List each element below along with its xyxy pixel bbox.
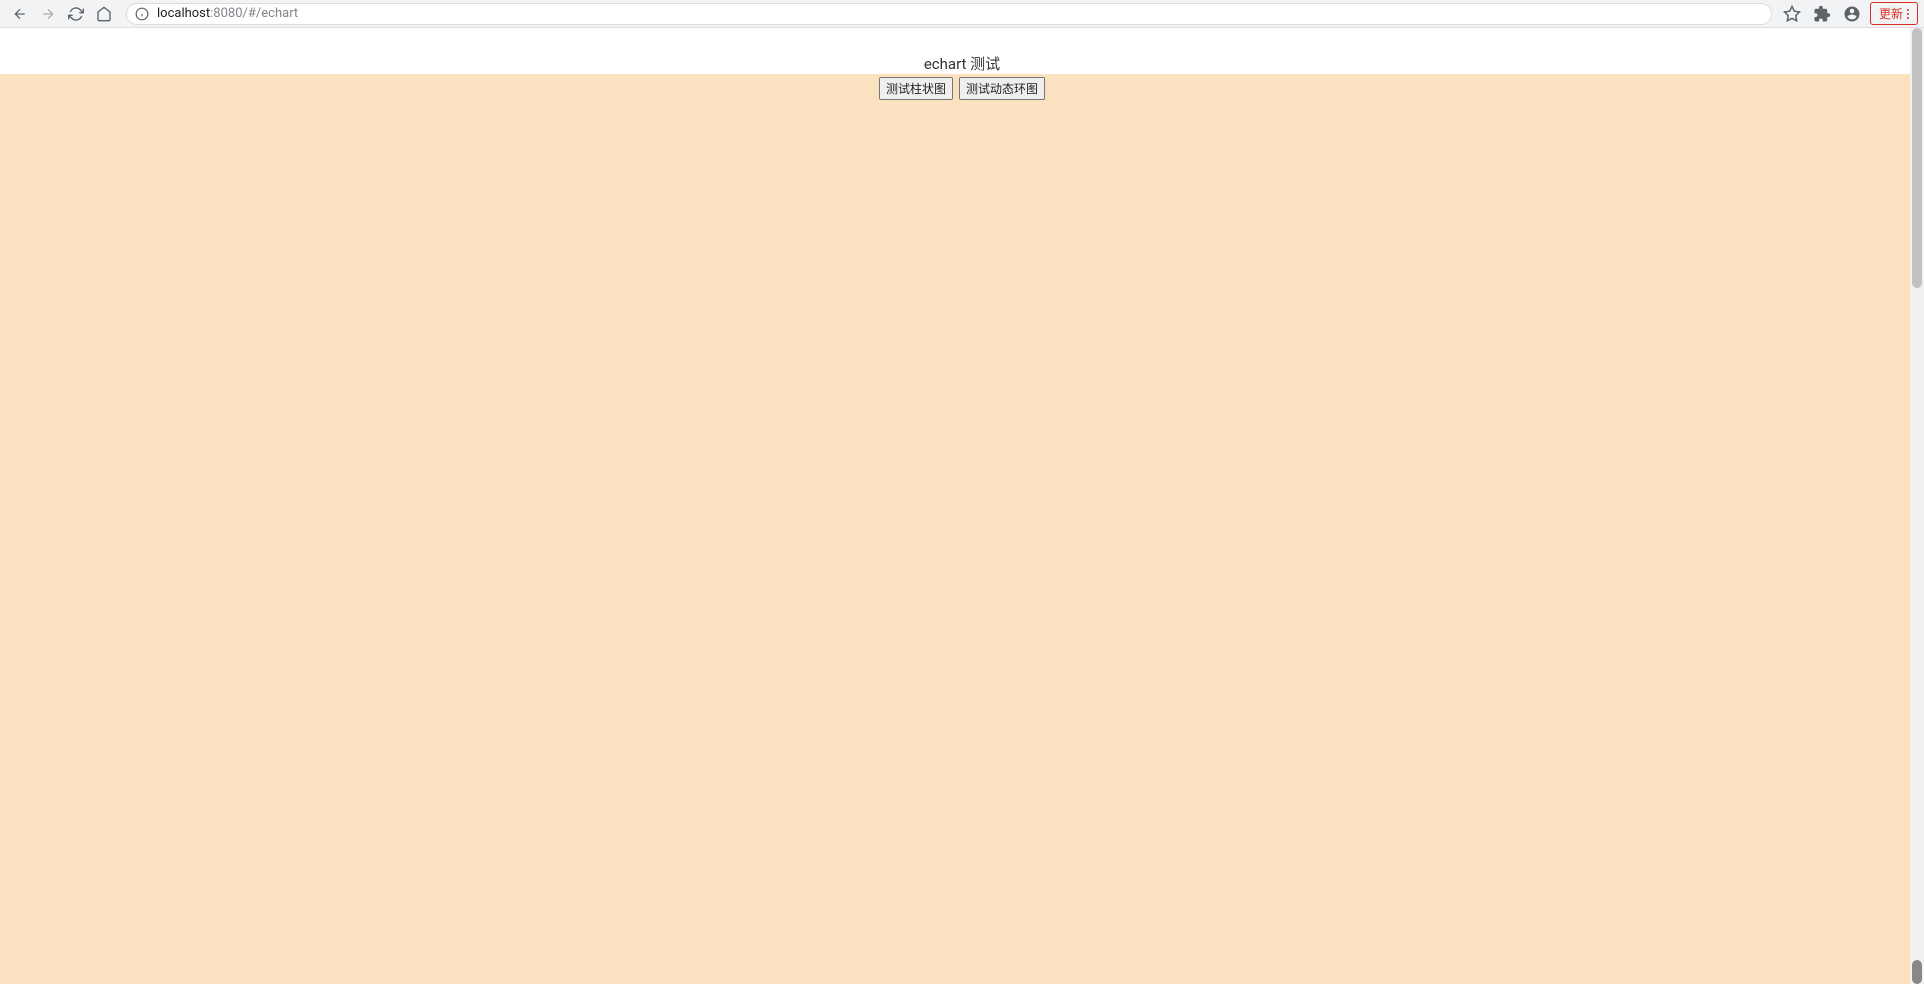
back-button[interactable] bbox=[6, 0, 34, 28]
button-row: 测试柱状图 测试动态环图 bbox=[0, 77, 1924, 100]
scrollbar-thumb[interactable] bbox=[1912, 28, 1922, 288]
url-text: localhost:8080/#/echart bbox=[157, 4, 1763, 24]
forward-button[interactable] bbox=[34, 0, 62, 28]
address-bar[interactable]: localhost:8080/#/echart bbox=[126, 3, 1772, 25]
vertical-scrollbar[interactable] bbox=[1910, 28, 1924, 984]
chart-canvas-area: 测试柱状图 测试动态环图 bbox=[0, 74, 1924, 984]
scrollbar-thumb-bottom[interactable] bbox=[1912, 960, 1922, 984]
browser-update-button[interactable]: 更新 bbox=[1870, 2, 1918, 25]
reload-button[interactable] bbox=[62, 0, 90, 28]
home-button[interactable] bbox=[90, 0, 118, 28]
extensions-icon[interactable] bbox=[1810, 2, 1834, 26]
menu-dots-icon bbox=[1907, 9, 1909, 19]
browser-toolbar: localhost:8080/#/echart 更新 bbox=[0, 0, 1924, 28]
test-dynamic-ring-chart-button[interactable]: 测试动态环图 bbox=[959, 77, 1045, 100]
profile-icon[interactable] bbox=[1840, 2, 1864, 26]
bookmark-icon[interactable] bbox=[1780, 2, 1804, 26]
header-gap: echart 测试 bbox=[0, 28, 1924, 74]
page-title: echart 测试 bbox=[924, 54, 1000, 74]
test-bar-chart-button[interactable]: 测试柱状图 bbox=[879, 77, 953, 100]
site-info-icon[interactable] bbox=[135, 7, 149, 21]
page-viewport: echart 测试 测试柱状图 测试动态环图 bbox=[0, 28, 1924, 984]
